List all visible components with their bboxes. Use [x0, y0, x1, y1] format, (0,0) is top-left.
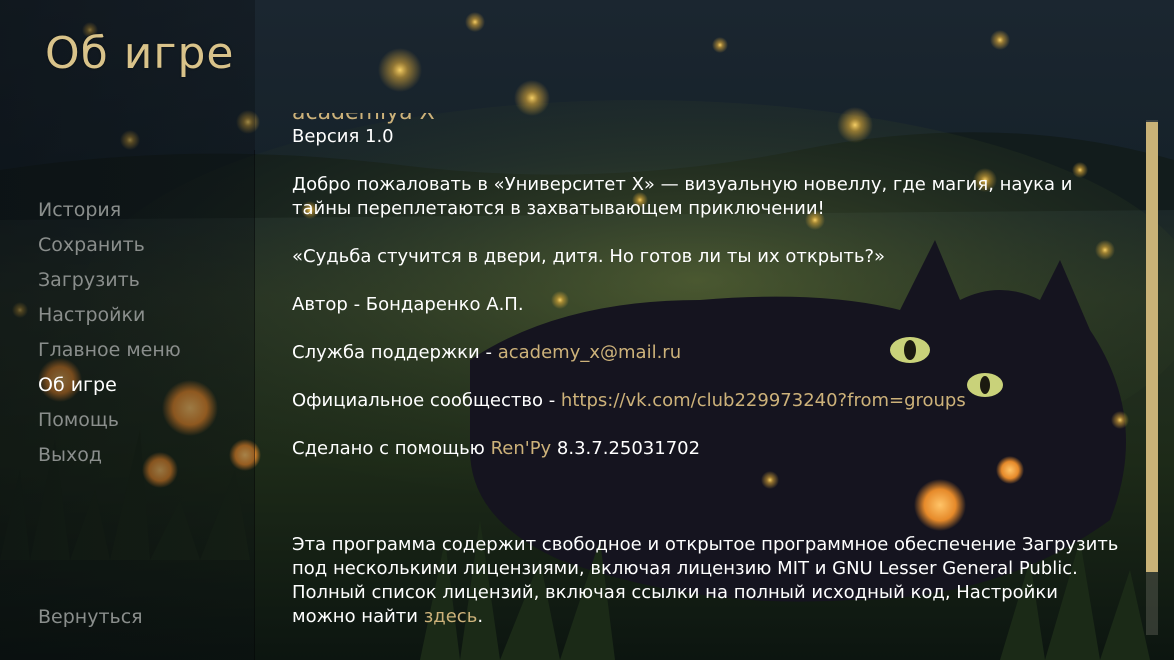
quote-text: «Судьба стучится в двери, дитя. Но готов… — [292, 246, 886, 267]
nav-item-history[interactable]: История — [38, 196, 181, 231]
support-line: Служба поддержки - academy_x@mail.ru — [292, 341, 1122, 365]
navigation-menu: История Сохранить Загрузить Настройки Гл… — [38, 196, 181, 476]
license-body: Эта программа содержит свободное и откры… — [292, 534, 1119, 627]
about-viewport[interactable]: academiya X Версия 1.0 Добро пожаловать … — [292, 113, 1122, 660]
screen-title: Об игре — [45, 28, 235, 79]
license-text: Эта программа содержит свободное и откры… — [292, 533, 1122, 629]
welcome-text: Добро пожаловать в «Университет X» — виз… — [292, 174, 1073, 219]
nav-item-help[interactable]: Помощь — [38, 406, 181, 441]
made-with-line: Сделано с помощью Ren'Py 8.3.7.25031702 — [292, 437, 1122, 461]
nav-item-load[interactable]: Загрузить — [38, 266, 181, 301]
game-menu-screen: Об игре История Сохранить Загрузить Наст… — [0, 0, 1174, 660]
author-text: Автор - Бондаренко А.П. — [292, 294, 524, 315]
made-with-prefix: Сделано с помощью — [292, 438, 491, 459]
renpy-link[interactable]: Ren'Py — [491, 438, 552, 459]
community-label: Официальное сообщество - — [292, 390, 561, 411]
version-text: Версия 1.0 — [292, 126, 394, 147]
game-name: academiya X — [292, 113, 1122, 125]
nav-item-about[interactable]: Об игре — [38, 371, 181, 406]
nav-item-save[interactable]: Сохранить — [38, 231, 181, 266]
community-line: Официальное сообщество - https://vk.com/… — [292, 389, 1122, 413]
community-link[interactable]: https://vk.com/club229973240?from=groups — [561, 390, 966, 411]
about-content: academiya X Версия 1.0 Добро пожаловать … — [292, 113, 1122, 629]
support-label: Служба поддержки - — [292, 342, 498, 363]
license-here-link[interactable]: здесь — [424, 606, 478, 627]
scrollbar-thumb[interactable] — [1146, 122, 1158, 572]
engine-version: 8.3.7.25031702 — [551, 438, 701, 459]
navigation-divider — [254, 150, 255, 660]
nav-item-main-menu[interactable]: Главное меню — [38, 336, 181, 371]
return-button[interactable]: Вернуться — [38, 606, 143, 628]
nav-item-quit[interactable]: Выход — [38, 441, 181, 476]
license-end: . — [477, 606, 484, 627]
vertical-scrollbar[interactable] — [1146, 120, 1158, 635]
support-email-link[interactable]: academy_x@mail.ru — [498, 342, 681, 363]
nav-item-preferences[interactable]: Настройки — [38, 301, 181, 336]
